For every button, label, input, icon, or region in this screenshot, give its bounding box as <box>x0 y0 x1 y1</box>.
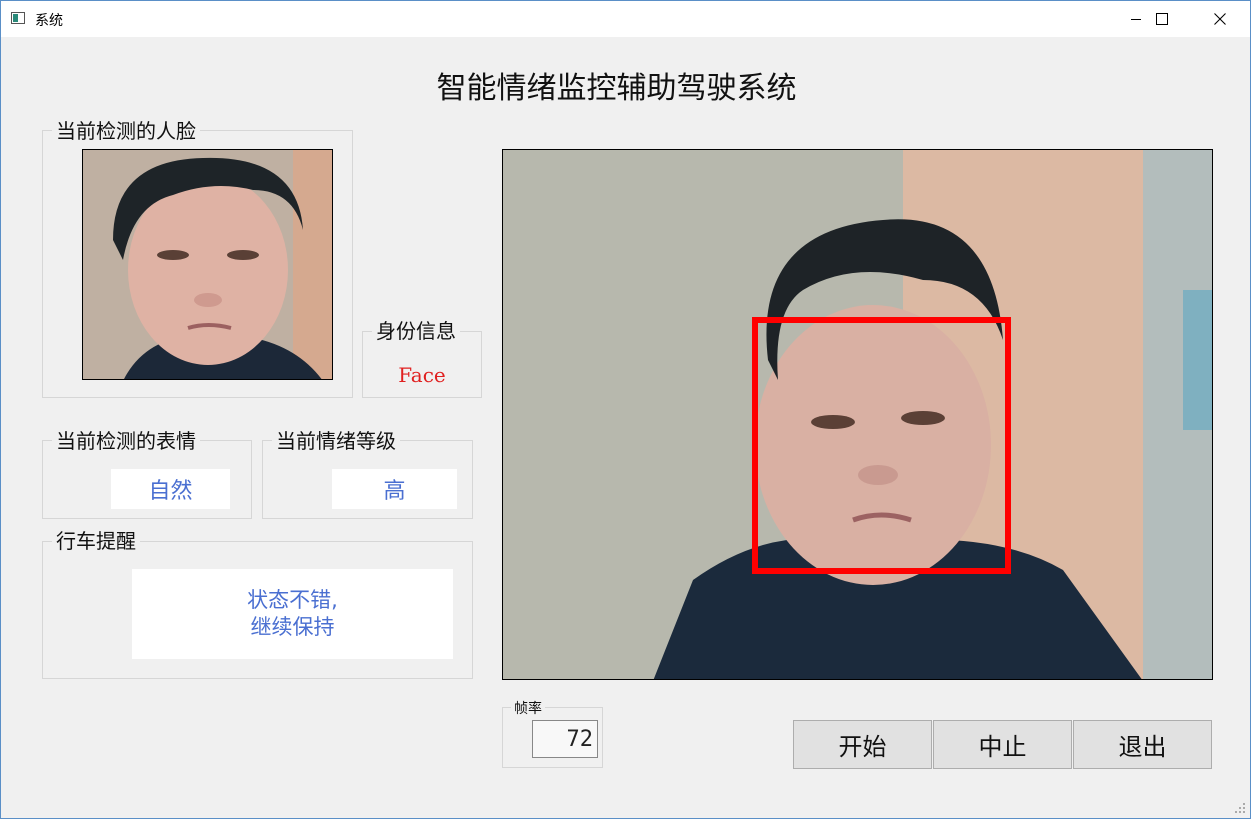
fps-value: 72 <box>566 726 594 752</box>
maximize-button[interactable] <box>1139 1 1185 37</box>
maximize-icon <box>1156 13 1168 25</box>
start-button[interactable]: 开始 <box>793 720 932 769</box>
resize-grip-icon[interactable] <box>1234 802 1246 814</box>
exit-button[interactable]: 退出 <box>1073 720 1212 769</box>
identity-value: Face <box>398 363 446 387</box>
expression-value-box: 自然 <box>111 469 230 509</box>
reminder-value-box: 状态不错, 继续保持 <box>132 569 453 659</box>
emotion-level-legend: 当前情绪等级 <box>272 429 400 453</box>
fps-display: 72 <box>532 720 598 758</box>
identity-legend: 身份信息 <box>372 319 460 343</box>
expression-legend: 当前检测的表情 <box>52 429 200 453</box>
detected-face-image <box>82 149 333 380</box>
reminder-line-2: 继续保持 <box>250 615 335 639</box>
window-title: 系统 <box>35 13 63 29</box>
app-heading: 智能情绪监控辅助驾驶系统 <box>436 71 797 106</box>
app-window-icon <box>11 12 25 24</box>
main-window: 系统 智能情绪监控辅助驾驶系统 当前检测的人脸 身份信息 Face 当前检测的表… <box>0 0 1251 819</box>
stop-button[interactable]: 中止 <box>933 720 1072 769</box>
emotion-level-value-box: 高 <box>332 469 457 509</box>
camera-feed <box>502 149 1213 680</box>
emotion-level-value: 高 <box>383 479 406 504</box>
close-button[interactable] <box>1197 1 1243 37</box>
face-group-legend: 当前检测的人脸 <box>52 119 200 143</box>
fps-legend: 帧率 <box>511 698 545 718</box>
reminder-legend: 行车提醒 <box>52 529 140 553</box>
reminder-line-1: 状态不错, <box>247 588 338 612</box>
close-icon <box>1214 13 1226 25</box>
expression-value: 自然 <box>148 479 193 504</box>
title-bar: 系统 <box>1 1 1250 37</box>
